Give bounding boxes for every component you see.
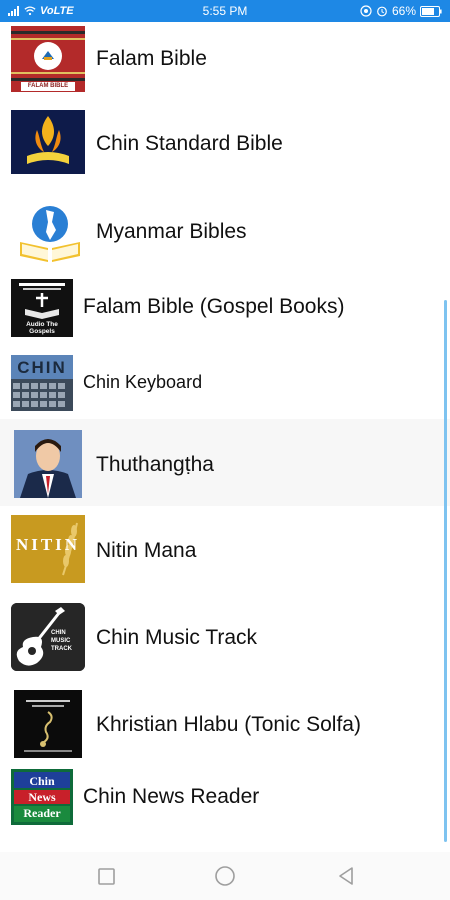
list-item[interactable]: Audio The Gospels Falam Bible (Gospel Bo… [0, 271, 450, 349]
falam-gospel-books-app-icon: Audio The Gospels [11, 279, 73, 337]
list-item[interactable]: Chin News Reader Chin News Reader [0, 767, 450, 827]
list-scrollbar[interactable] [444, 300, 447, 842]
list-item[interactable]: FALAM BIBLE Falam Bible [0, 22, 450, 97]
app-name: Falam Bible (Gospel Books) [83, 295, 345, 318]
app-name: Chin Standard Bible [96, 132, 283, 155]
chin-news-reader-app-icon: Chin News Reader [11, 769, 73, 825]
chin-standard-bible-app-icon [11, 110, 85, 174]
list-item[interactable]: Chin Standard Bible [0, 97, 450, 184]
nitin-mana-icon-caption: NITIN [15, 535, 81, 554]
falam-bible-icon-caption: FALAM BIBLE [27, 83, 69, 89]
app-name: Thuthangṭha [96, 453, 214, 476]
app-name: Chin Music Track [96, 626, 258, 649]
list-item[interactable]: CHIN MUSIC TRACK Chin Music Track [0, 593, 450, 680]
app-name: Khristian Hlabu (Tonic Solfa) [96, 713, 361, 736]
chin-keyboard-app-icon: CHIN [11, 355, 73, 411]
thuthangtha-app-icon [14, 430, 82, 498]
app-name: Chin Keyboard [83, 372, 203, 392]
list-item[interactable]: CHIN Chin Keyboard [0, 349, 450, 419]
chin-music-icon-caption: CHIN MUSIC TRACK [51, 630, 72, 652]
falam-bible-app-icon: FALAM BIBLE [11, 26, 85, 92]
wifi-icon [24, 6, 36, 16]
chin-keyboard-icon-caption: CHIN [17, 358, 67, 377]
chin-news-icon-caption: Chin News Reader [23, 774, 61, 820]
battery-icon [420, 5, 442, 17]
recents-button[interactable] [95, 864, 119, 888]
navigation-bar [0, 852, 450, 900]
home-button[interactable] [213, 864, 237, 888]
volte-indicator: VoLTE [40, 5, 74, 17]
list-item[interactable]: Khristian Hlabu (Tonic Solfa) [0, 680, 450, 767]
list-item[interactable]: NITIN Nitin Mana [0, 506, 450, 593]
list-item[interactable]: Myanmar Bibles [0, 184, 450, 271]
app-list[interactable]: FALAM BIBLE Falam Bible Chin Standard Bi… [0, 22, 450, 852]
status-bar: VoLTE 5:55 PM 66% [0, 0, 450, 22]
status-right: 66% [360, 4, 442, 18]
battery-percent: 66% [391, 4, 416, 18]
status-left: VoLTE [8, 5, 74, 17]
nitin-mana-app-icon: NITIN [11, 515, 85, 583]
list-item[interactable]: Thuthangṭha [0, 419, 450, 506]
vpn-icon [360, 5, 372, 17]
alarm-icon [377, 6, 387, 17]
app-name: Myanmar Bibles [96, 220, 247, 243]
app-name: Falam Bible [96, 47, 207, 70]
myanmar-bibles-app-icon [18, 202, 82, 264]
gospel-books-icon-caption: Audio The Gospels [26, 321, 58, 335]
khristian-hlabu-app-icon [14, 690, 82, 758]
app-name: Chin News Reader [83, 785, 260, 808]
back-button[interactable] [334, 864, 358, 888]
app-name: Nitin Mana [96, 539, 197, 562]
chin-music-track-app-icon: CHIN MUSIC TRACK [11, 603, 85, 671]
signal-icon [8, 6, 19, 16]
